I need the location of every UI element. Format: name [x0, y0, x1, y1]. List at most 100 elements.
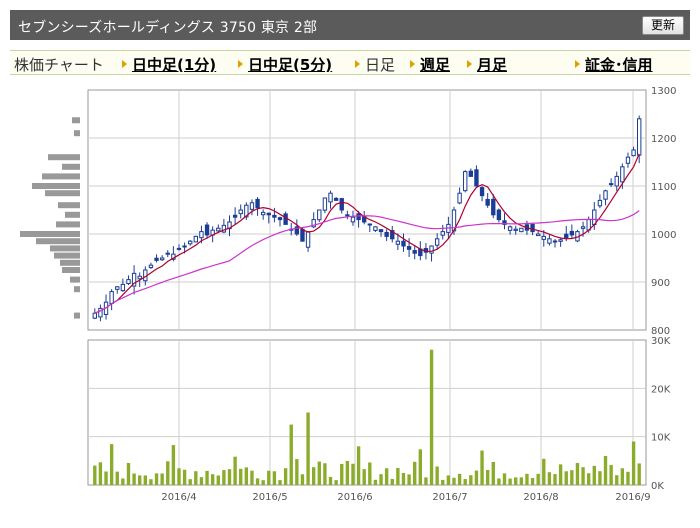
volume-bar: [143, 475, 147, 485]
candle-body: [412, 250, 417, 254]
volume-bar: [306, 412, 310, 485]
candle-body: [457, 192, 462, 204]
candle-body: [356, 213, 361, 221]
candle-body: [485, 198, 490, 206]
x-tick-label: 2016/7: [432, 492, 467, 503]
volume-bar: [182, 469, 187, 485]
volume-bar: [603, 455, 608, 485]
volume-bar: [502, 473, 507, 485]
volume-bar: [424, 477, 428, 485]
volume-bar: [340, 463, 344, 485]
volume-bar: [356, 446, 361, 485]
volume-bar: [149, 479, 153, 485]
volume-bar: [109, 444, 114, 485]
volume-bar: [396, 467, 400, 485]
volume-bar: [519, 477, 524, 485]
volume-bar: [525, 473, 529, 485]
volume-bar: [530, 477, 535, 485]
volume-bar: [115, 471, 119, 485]
candle-body: [159, 257, 165, 261]
volume-bar: [581, 467, 585, 485]
volume-bar: [457, 473, 462, 485]
volume-profile-bar: [36, 238, 80, 245]
volume-bar: [121, 478, 125, 485]
volume-bar: [351, 463, 355, 485]
candle-body: [519, 227, 524, 233]
candle-body: [373, 226, 378, 231]
candle-body: [126, 279, 131, 285]
candle-body: [395, 240, 401, 245]
candle-body: [552, 240, 558, 243]
volume-profile-bar: [54, 252, 80, 259]
volume-bar: [345, 460, 350, 485]
volume-bar: [317, 461, 321, 485]
volume-bar: [620, 468, 625, 485]
volume-bar: [384, 468, 389, 485]
volume-bar: [194, 471, 198, 485]
volume-bar: [216, 475, 220, 485]
volume-profile-bar: [20, 231, 80, 237]
volume-profile-bar: [74, 130, 80, 137]
candle-body: [216, 227, 221, 232]
volume-bar: [373, 479, 378, 485]
volume-bar: [542, 458, 546, 485]
candle-body: [255, 198, 260, 209]
volume-bar: [637, 463, 641, 485]
x-tick-label: 2016/5: [252, 492, 287, 503]
volume-bar: [188, 479, 192, 485]
volume-profile-bar: [62, 267, 80, 273]
volume-bar: [244, 467, 249, 485]
candle-body: [277, 217, 283, 221]
candle-body: [637, 118, 642, 156]
volume-bar: [553, 474, 557, 485]
volume-bar: [536, 473, 540, 485]
candle-body: [620, 166, 625, 183]
candle-body: [541, 235, 546, 240]
candle-body: [491, 198, 496, 216]
volume-bar: [233, 456, 237, 485]
candle-body: [580, 226, 586, 229]
candle-body: [507, 226, 513, 231]
candle-body: [272, 214, 277, 218]
volume-profile-bar: [72, 117, 80, 124]
volume-bar: [104, 471, 108, 485]
volume-bar: [401, 473, 406, 485]
candle-body: [266, 212, 271, 216]
volume-bar: [132, 473, 136, 485]
volume-bar: [407, 474, 411, 485]
candle-body: [305, 231, 311, 248]
volume-bar: [334, 480, 338, 485]
volume-bar: [283, 468, 288, 485]
volume-bar: [429, 349, 434, 485]
volume-bar: [564, 471, 568, 485]
volume-bar: [323, 463, 327, 485]
volume-bar: [390, 478, 394, 485]
volume-bar: [300, 474, 305, 485]
volume-bar: [362, 469, 366, 485]
candle-body: [367, 223, 372, 226]
volume-bar: [278, 480, 282, 485]
volume-profile-bar: [32, 183, 80, 189]
volume-bar: [272, 471, 277, 485]
candle-body: [378, 229, 384, 233]
volume-bar: [497, 478, 501, 485]
candle-body: [608, 183, 614, 186]
volume-bar: [418, 449, 422, 485]
price-tick-label: 1200: [651, 134, 676, 145]
candle-body: [249, 202, 255, 210]
candle-body: [345, 214, 350, 217]
x-tick-label: 2016/8: [523, 492, 558, 503]
volume-profile-bar: [70, 276, 80, 283]
candle-body: [597, 199, 603, 207]
volume-bar: [587, 473, 591, 485]
candle-body: [468, 170, 474, 177]
volume-bar: [570, 470, 574, 485]
candle-body: [154, 257, 159, 261]
candle-body: [350, 216, 356, 223]
volume-bar: [250, 470, 254, 485]
volume-bar: [626, 471, 630, 485]
candle-body: [137, 275, 142, 280]
volume-bar: [485, 469, 490, 485]
candle-body: [115, 286, 120, 290]
candle-body: [530, 223, 535, 233]
